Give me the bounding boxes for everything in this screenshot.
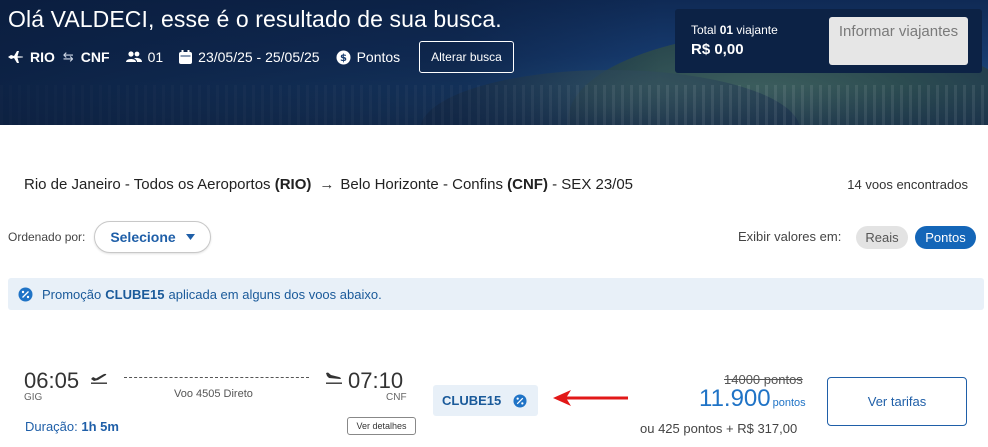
duration-value: 1h 5m	[81, 419, 119, 434]
route-heading: Rio de Janeiro - Todos os Aeroportos (RI…	[24, 176, 633, 193]
inform-travelers-button[interactable]: Informar viajantes	[829, 17, 968, 65]
date-range: 23/05/25 - 25/05/25	[198, 49, 320, 65]
arrival-time: 07:10	[348, 368, 404, 393]
toggle-reais[interactable]: Reais	[856, 226, 908, 249]
annotation-arrow-icon	[553, 390, 628, 406]
total-panel: Total 01 viajante R$ 0,00 Informar viaja…	[675, 9, 982, 73]
landing-icon	[326, 372, 342, 384]
view-details-button[interactable]: Ver detalhes	[347, 417, 416, 435]
promo-code: CLUBE15	[105, 286, 165, 302]
promo-banner: Promoção CLUBE15 aplicada em alguns dos …	[8, 278, 984, 310]
route-date: - SEX 23/05	[552, 176, 634, 193]
discounted-price-value: 11.900	[699, 385, 771, 412]
alter-search-button[interactable]: Alterar busca	[419, 41, 514, 73]
calendar-icon	[179, 50, 193, 64]
alternative-price: ou 425 pontos + R$ 317,00	[640, 421, 798, 436]
sort-label: Ordenado por:	[8, 230, 86, 244]
promo-suffix: aplicada em alguns dos voos abaixo.	[168, 286, 382, 302]
departure-airport: GIG	[24, 392, 43, 403]
flight-duration: Duração: 1h 5m	[25, 419, 119, 434]
swap-arrows-icon: ⇆	[62, 49, 74, 64]
route-origin-name: Rio de Janeiro - Todos os Aeroportos	[24, 176, 271, 193]
flights-found-count: 14 voos encontrados	[847, 177, 968, 192]
discount-badge-icon	[513, 393, 527, 408]
discounted-price: 11.900 pontos	[699, 385, 806, 413]
arrival-airport: CNF	[386, 392, 407, 403]
toggle-pontos[interactable]: Pontos	[915, 226, 976, 249]
display-values-label: Exibir valores em:	[738, 229, 842, 244]
destination-code: CNF	[80, 49, 110, 65]
users-icon	[125, 51, 142, 62]
promo-badge-label: CLUBE15	[442, 393, 502, 408]
flight-path-line	[124, 377, 309, 378]
route-origin-code: (RIO)	[274, 176, 312, 193]
discounted-price-unit: pontos	[772, 397, 806, 409]
route-summary: RIO ⇆ CNF	[8, 49, 110, 65]
takeoff-icon	[91, 373, 107, 384]
total-label: Total 01 viajante	[691, 23, 778, 37]
passenger-count: 01	[147, 49, 164, 65]
sort-value: Selecione	[110, 229, 176, 245]
coin-icon: $	[336, 50, 351, 64]
route-destination-code: (CNF)	[507, 176, 548, 193]
view-fares-button[interactable]: Ver tarifas	[827, 377, 967, 426]
currency-mode: Pontos	[356, 49, 401, 65]
sort-dropdown[interactable]: Selecione	[94, 221, 211, 253]
flight-number: Voo 4505 Direto	[174, 388, 253, 400]
trip-summary: RIO ⇆ CNF 01 23/05/25 - 25/05/25 $ Ponto…	[8, 46, 416, 68]
svg-text:$: $	[340, 53, 347, 64]
departure-time: 06:05	[24, 368, 80, 393]
chevron-down-icon	[185, 234, 195, 240]
greeting-title: Olá VALDECI, esse é o resultado de sua b…	[8, 6, 502, 32]
date-summary: 23/05/25 - 25/05/25	[179, 49, 320, 65]
arrow-right-icon: →	[319, 176, 335, 193]
promo-prefix: Promoção	[42, 286, 102, 302]
airplane-icon	[8, 51, 24, 63]
total-value: R$ 0,00	[691, 41, 744, 58]
origin-code: RIO	[30, 49, 55, 65]
promo-badge: CLUBE15	[433, 385, 538, 416]
currency-summary: $ Pontos	[336, 49, 401, 65]
route-destination-name: Belo Horizonte - Confins	[340, 176, 503, 193]
passenger-summary: 01	[125, 49, 164, 65]
discount-badge-icon	[18, 287, 33, 301]
